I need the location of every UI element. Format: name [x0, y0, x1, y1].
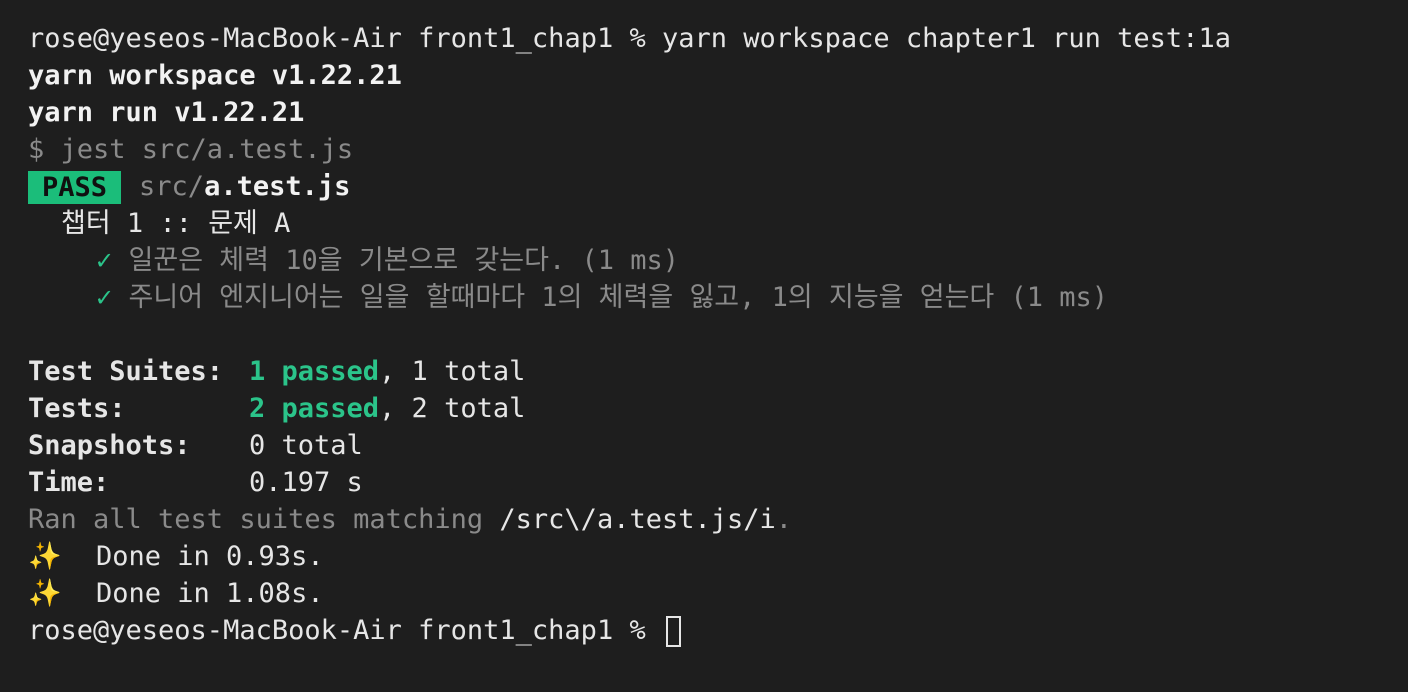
summary-suites-passed: 1 passed: [249, 356, 380, 387]
test-case-name: 주니어 엔지니어는 일을 할때마다 1의 체력을 잃고, 1의 지능을 얻는다 …: [128, 282, 1109, 313]
sparkles-icon: ✨: [28, 541, 62, 572]
summary-tests-label: Tests:: [28, 393, 126, 424]
done-line: ✨ Done in 0.93s.: [28, 538, 1408, 575]
prompt-dir: front1_chap1: [418, 23, 614, 54]
command-prompt-line: rose@yeseos-MacBook-Air front1_chap1 % y…: [28, 20, 1408, 57]
summary-tests-total: , 2 total: [379, 393, 526, 424]
ran-dot: .: [775, 504, 793, 535]
done-line: ✨ Done in 1.08s.: [28, 575, 1408, 612]
yarn-workspace-version: yarn workspace v1.22.21: [28, 60, 402, 91]
summary-time: Time: 0.197 s: [28, 464, 1408, 501]
jest-command-line: $ jest src/a.test.js: [28, 134, 354, 165]
summary-time-label: Time:: [28, 467, 110, 498]
ran-pattern: /src\/a.test.js/i: [499, 504, 776, 535]
summary-snapshots-label: Snapshots:: [28, 430, 191, 461]
test-result-line: PASS src/a.test.js: [28, 168, 1408, 205]
prompt-user-host: rose@yeseos-MacBook-Air: [28, 23, 402, 54]
prompt-command: yarn workspace chapter1 run test:1a: [662, 23, 1231, 54]
summary-time-value: 0.197 s: [249, 467, 363, 498]
summary-snapshots: Snapshots: 0 total: [28, 427, 1408, 464]
terminal-window[interactable]: rose@yeseos-MacBook-Air front1_chap1 % y…: [0, 0, 1408, 692]
test-case-line: ✓ 일꾼은 체력 10을 기본으로 갖는다. (1 ms): [28, 242, 1408, 279]
ran-text: Ran all test suites matching: [28, 504, 500, 535]
pass-badge: PASS: [28, 171, 122, 204]
test-case-line: ✓ 주니어 엔지니어는 일을 할때마다 1의 체력을 잃고, 1의 지능을 얻는…: [28, 279, 1408, 316]
ran-all-suites-line: Ran all test suites matching /src\/a.tes…: [28, 501, 1408, 538]
done-text: Done in 1.08s.: [96, 578, 324, 609]
summary-tests-passed: 2 passed: [249, 393, 380, 424]
done-text: Done in 0.93s.: [96, 541, 324, 572]
terminal-cursor[interactable]: [665, 616, 681, 647]
summary-suites-label: Test Suites:: [28, 356, 224, 387]
prompt-symbol: %: [629, 23, 646, 54]
sparkles-icon: ✨: [28, 578, 62, 609]
yarn-run-version: yarn run v1.22.21: [28, 97, 305, 128]
summary-tests: Tests: 2 passed, 2 total: [28, 390, 1408, 427]
final-prompt: rose@yeseos-MacBook-Air front1_chap1 %: [28, 615, 662, 646]
final-prompt-line[interactable]: rose@yeseos-MacBook-Air front1_chap1 %: [28, 612, 1408, 649]
summary-suites: Test Suites: 1 passed, 1 total: [28, 353, 1408, 390]
describe-block-title: 챕터 1 :: 문제 A: [61, 208, 291, 239]
result-path-file: a.test.js: [204, 171, 351, 202]
check-icon: ✓: [96, 245, 113, 276]
summary-suites-total: , 1 total: [379, 356, 526, 387]
check-icon: ✓: [96, 282, 113, 313]
test-case-name: 일꾼은 체력 10을 기본으로 갖는다. (1 ms): [128, 245, 680, 276]
result-path-dir: src/: [139, 171, 205, 202]
summary-snapshots-value: 0 total: [249, 430, 363, 461]
